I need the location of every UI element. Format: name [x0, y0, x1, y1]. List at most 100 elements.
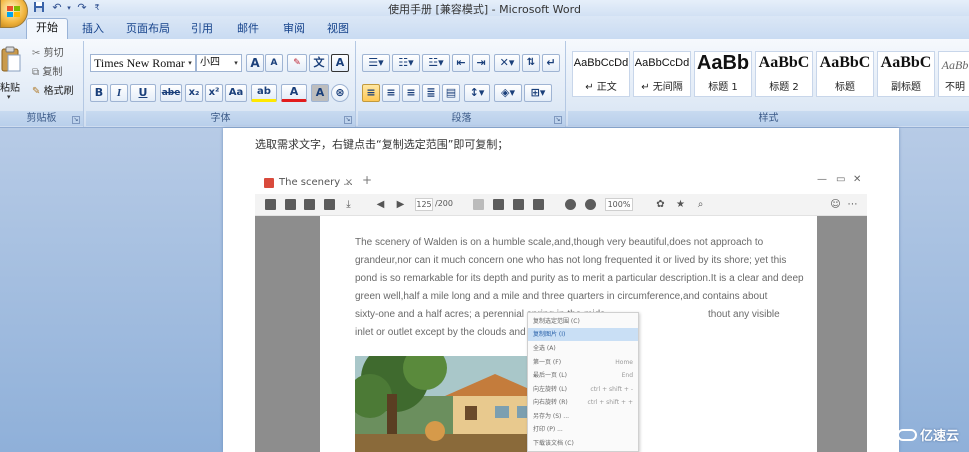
chinese-layout-icon[interactable]: ✕▾ [494, 54, 520, 72]
document-page[interactable]: 选取需求文字，右键点击“复制选定范围”即可复制； The scenery ...… [223, 128, 899, 452]
tab-insert[interactable]: 插入 [76, 20, 110, 39]
embedded-viewer-screenshot: The scenery ... × + — ▭ ✕ ⤓ ◀ ▶ 125 /200 [255, 168, 867, 452]
phonetic-guide-button[interactable]: 文 [309, 54, 329, 72]
style-name: 不明 [945, 82, 965, 93]
cut-button[interactable]: ✂ 剪切 [32, 46, 64, 62]
menu-item-last-page: 最后一页 (L) End [528, 369, 638, 382]
copy-icon: ⧉ [32, 67, 40, 78]
align-right-icon[interactable]: ≡ [402, 84, 420, 102]
clipboard-launcher-icon[interactable]: ↘ [72, 116, 80, 124]
italic-label: I [116, 87, 122, 99]
style-no-spacing[interactable]: AaBbCcDd ↵ 无间隔 [633, 51, 691, 97]
tab-review[interactable]: 审阅 [278, 20, 310, 39]
italic-button[interactable]: I [110, 84, 128, 102]
highlight-label: ab [257, 86, 271, 97]
increase-indent-icon[interactable]: ⇥ [472, 54, 490, 72]
show-marks-icon[interactable]: ↵ [542, 54, 560, 72]
sort-icon[interactable]: ⇅ [522, 54, 540, 72]
search-icon: ⌕ [697, 199, 704, 210]
subscript-button[interactable]: x₂ [185, 84, 203, 102]
context-menu: 复制选定范围 (C) 复制图片 (I) 全选 (A) 第一页 (F) Home 最… [527, 312, 639, 452]
style-sample: AaBbC [758, 54, 810, 71]
copy-button[interactable]: ⧉ 复制 [32, 65, 62, 81]
char-shading-button[interactable]: A [311, 84, 329, 102]
borders-icon[interactable]: ⊞▾ [524, 84, 552, 102]
highlight-button[interactable]: ab [251, 84, 277, 102]
underline-label: U [138, 86, 148, 99]
menu-item-save-as: 另存为 (S) ... [528, 410, 638, 423]
restore-icon: ▭ [836, 174, 846, 185]
enclose-char-icon[interactable]: ⊛ [331, 84, 349, 102]
chevron-down-icon: ▾ [234, 59, 238, 67]
style-name: 标题 2 [769, 82, 799, 93]
style-title[interactable]: AaBbC 标题 [816, 51, 874, 97]
viewer-tab-title: The scenery ... [279, 177, 353, 188]
menu-item-shortcut: End [621, 372, 633, 379]
bold-button[interactable]: B [90, 84, 108, 102]
clear-formatting-icon[interactable]: ✎ [287, 54, 307, 72]
format-painter-label: 格式刷 [43, 86, 74, 97]
ribbon: 粘贴 ▾ ✂ 剪切 ⧉ 复制 ✎ 格式刷 剪贴板 ↘ Times New Rom… [0, 39, 969, 128]
style-sample: AaBb [696, 52, 750, 74]
user-icon: ☺ [830, 199, 841, 210]
menu-item-rotate-left: 向左旋转 (L) ctrl + shift + - [528, 383, 638, 396]
style-name: 标题 [835, 82, 855, 93]
paste-button[interactable]: 粘贴 ▾ [0, 45, 24, 103]
numbering-icon[interactable]: ☷▾ [392, 54, 420, 72]
close-icon: ✕ [853, 174, 862, 185]
scissors-icon: ✂ [32, 48, 41, 59]
grow-font-button[interactable]: A [246, 54, 264, 72]
minimize-icon: — [817, 174, 827, 185]
paragraph-group-label: 段落 [358, 111, 565, 126]
align-left-icon[interactable]: ≡ [362, 84, 380, 102]
underline-button[interactable]: U [130, 84, 156, 102]
page-total: /200 [435, 199, 453, 208]
tab-page-layout[interactable]: 页面布局 [122, 20, 174, 39]
tab-home[interactable]: 开始 [26, 18, 68, 39]
font-name-combo[interactable]: Times New Romar ▾ [90, 54, 196, 72]
char-border-label: A [335, 56, 345, 69]
tab-references[interactable]: 引用 [186, 20, 218, 39]
document-area: 选取需求文字，右键点击“复制选定范围”即可复制； The scenery ...… [0, 128, 969, 452]
font-size-combo[interactable]: 小四 ▾ [196, 54, 242, 72]
paragraph-launcher-icon[interactable]: ↘ [554, 116, 562, 124]
justify-icon[interactable]: ≣ [422, 84, 440, 102]
bullets-icon[interactable]: ☰▾ [362, 54, 390, 72]
style-subtle[interactable]: AaBb 不明 [938, 51, 969, 97]
char-border-button[interactable]: A [331, 54, 349, 72]
tab-mailings[interactable]: 邮件 [232, 20, 264, 39]
menu-item-label: 复制图片 (I) [533, 331, 566, 338]
strikethrough-button[interactable]: abe [160, 84, 182, 102]
style-heading-2[interactable]: AaBbC 标题 2 [755, 51, 813, 97]
change-case-label: Aa [228, 87, 244, 98]
arrow-right-icon: ▶ [396, 199, 405, 210]
font-size-value: 小四 [200, 57, 220, 68]
zoom-out-icon [565, 199, 576, 210]
change-case-button[interactable]: Aa [225, 84, 247, 102]
decrease-indent-icon[interactable]: ⇤ [452, 54, 470, 72]
shading-icon[interactable]: ◈▾ [494, 84, 522, 102]
format-painter-button[interactable]: ✎ 格式刷 [32, 84, 74, 100]
menu-item-label: 下载该文档 (C) [533, 440, 574, 447]
distribute-icon[interactable]: ▤ [442, 84, 460, 102]
char-shading-label: A [315, 86, 325, 99]
superscript-button[interactable]: x² [205, 84, 223, 102]
shrink-font-button[interactable]: A [265, 54, 283, 72]
tab-view[interactable]: 视图 [322, 20, 354, 39]
multilevel-list-icon[interactable]: ☳▾ [422, 54, 450, 72]
style-subtitle[interactable]: AaBbC 副标题 [877, 51, 935, 97]
style-heading-1[interactable]: AaBb 标题 1 [694, 51, 752, 97]
font-launcher-icon[interactable]: ↘ [344, 116, 352, 124]
grow-font-label: A [250, 56, 260, 70]
line-spacing-icon[interactable]: ↕▾ [464, 84, 490, 102]
align-center-icon[interactable]: ≡ [382, 84, 400, 102]
bold-label: B [94, 86, 104, 99]
style-normal[interactable]: AaBbCcDd ↵ 正文 [572, 51, 630, 97]
paste-dropdown-icon[interactable]: ▾ [7, 93, 11, 101]
menu-item-select-all: 全选 (A) [528, 342, 638, 355]
save-icon [285, 199, 296, 210]
font-color-button[interactable]: A [281, 84, 307, 102]
styles-group: AaBbCcDd ↵ 正文 AaBbCcDd ↵ 无间隔 AaBb 标题 1 A… [568, 41, 969, 127]
menu-item-label: 打印 (P) ... [533, 426, 563, 433]
menu-item-label: 向左旋转 (L) [533, 386, 567, 393]
